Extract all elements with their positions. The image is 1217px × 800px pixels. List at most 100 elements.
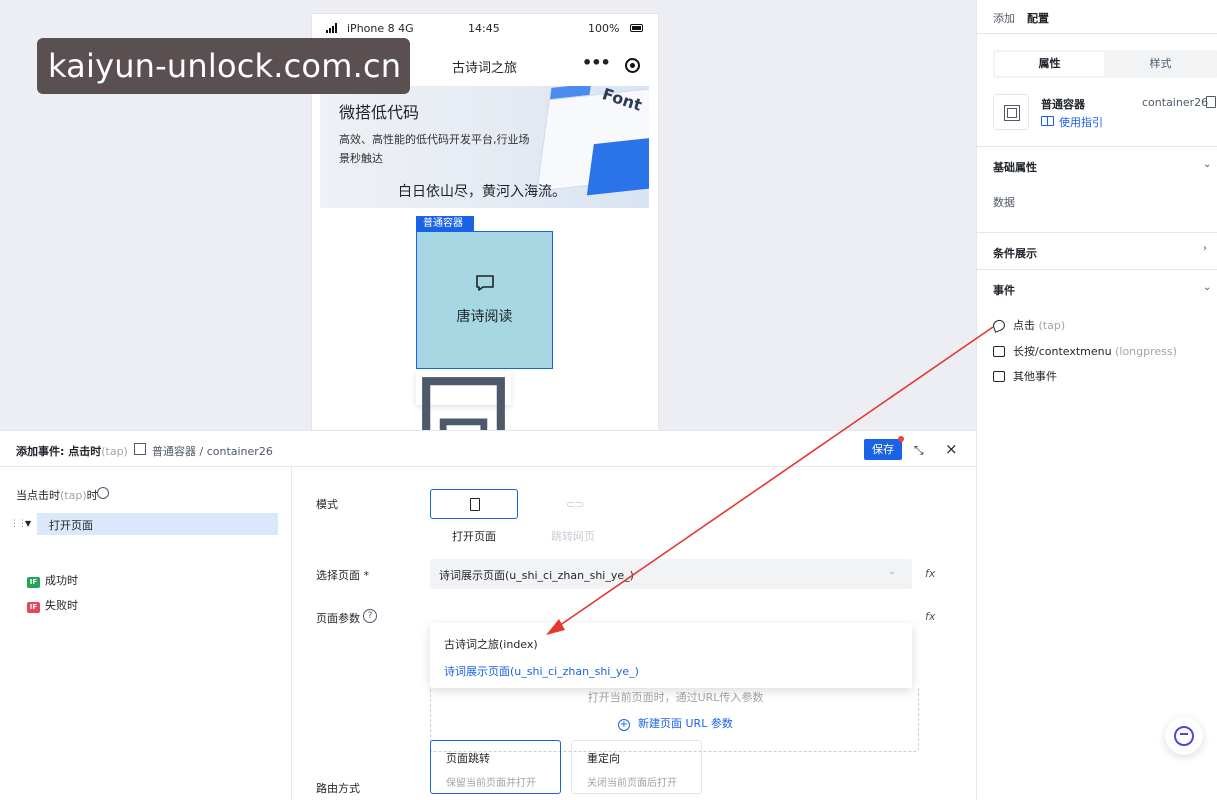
page-select-value: 诗词展示页面(u_shi_ci_zhan_shi_ye_) xyxy=(439,569,634,582)
data-label: 数据 xyxy=(993,196,1015,209)
container26[interactable]: 唐诗阅读 xyxy=(416,231,553,369)
mode-open-page-label: 打开页面 xyxy=(452,530,496,543)
assistant-fab[interactable] xyxy=(1165,717,1203,755)
watermark: kaiyun-unlock.com.cn xyxy=(37,38,410,94)
calendar-icon xyxy=(993,371,1005,382)
container-icon xyxy=(134,443,146,455)
event-sub: (tap) xyxy=(1038,319,1066,332)
trigger-label: 当点击时(tap)时 xyxy=(16,489,98,502)
component-name: 普通容器 xyxy=(1041,98,1085,111)
guide-link[interactable]: 使用指引 xyxy=(1059,114,1103,130)
action-open-page[interactable]: 打开页面 xyxy=(37,513,278,535)
component-id: container26 xyxy=(1142,96,1209,109)
dialog-title: 添加事件: 点击时(tap) xyxy=(16,445,128,458)
banner-deco xyxy=(586,136,649,196)
chevron-down-icon[interactable]: ⌄ xyxy=(1203,159,1211,170)
branch-success[interactable]: IF 成功时 xyxy=(27,572,78,588)
add-url-param-button[interactable]: + 新建页面 URL 参数 xyxy=(618,715,733,731)
section-events[interactable]: 事件 xyxy=(993,282,1015,298)
action-label: 打开页面 xyxy=(49,519,93,532)
gear-icon[interactable] xyxy=(97,487,109,499)
mode-open-page[interactable] xyxy=(430,489,518,519)
book-icon xyxy=(1041,116,1054,126)
mode-label: 模式 xyxy=(316,498,338,511)
branch-label: 失败时 xyxy=(45,599,78,612)
event-sub: (longpress) xyxy=(1115,345,1177,358)
tab-config[interactable]: 配置 xyxy=(1027,12,1049,25)
tab-add[interactable]: 添加 xyxy=(993,12,1015,25)
route-label: 路由方式 xyxy=(316,782,360,795)
divider xyxy=(977,33,1217,34)
caret-down-icon[interactable]: ▼ xyxy=(25,519,31,528)
mode-web-link-label: 跳转网页 xyxy=(551,530,595,543)
section-conditional-display[interactable]: 条件展示 xyxy=(993,245,1037,261)
page-dropdown: 古诗词之旅(index) 诗词展示页面(u_shi_ci_zhan_shi_ye… xyxy=(430,623,912,688)
container-label: 唐诗阅读 xyxy=(456,309,513,325)
section-basic-properties[interactable]: 基础属性 xyxy=(993,159,1037,175)
route-title: 重定向 xyxy=(587,752,620,765)
banner-poem: 白日依山尽，黄河入海流。 xyxy=(398,184,566,200)
branch-fail[interactable]: IF 失败时 xyxy=(27,597,78,613)
panel-tabs: 添加 配置 xyxy=(993,10,1061,26)
container-icon xyxy=(993,94,1029,130)
event-other[interactable]: 其他事件 xyxy=(993,368,1057,384)
config-panel: 添加 配置 属性 样式 普通容器 container26 使用指引 基础属性 ⌄ … xyxy=(976,0,1217,800)
close-icon[interactable]: × xyxy=(945,440,958,458)
copy-icon[interactable] xyxy=(1206,96,1216,108)
divider xyxy=(977,232,1217,233)
chevron-down-icon: ⌄ xyxy=(888,567,896,577)
event-flow-tree: 当点击时(tap)时 ⋮⋮ ▼ 打开页面 IF 成功时 IF 失败时 xyxy=(0,467,292,800)
segment-style[interactable]: 样式 xyxy=(1106,52,1215,76)
save-button[interactable]: 保存 xyxy=(864,439,902,460)
divider xyxy=(977,269,1217,270)
route-navigate[interactable]: 页面跳转 保留当前页面并打开 xyxy=(430,740,561,794)
segment-properties[interactable]: 属性 xyxy=(995,52,1104,76)
more-dots-icon[interactable]: ••• xyxy=(582,53,611,72)
signal-icon xyxy=(326,23,340,33)
carrier-label: iPhone 8 4G xyxy=(347,22,414,35)
banner-subtitle: 高效、高性能的低代码开发平台,行业场景秒触达 xyxy=(339,133,530,165)
route-title: 页面跳转 xyxy=(446,752,490,765)
nav-title: 古诗词之旅 xyxy=(452,61,518,76)
chat-icon xyxy=(476,275,494,291)
page-select-label: 选择页面 * xyxy=(316,569,369,582)
event-icon xyxy=(993,346,1005,357)
divider xyxy=(977,146,1217,147)
page-params-label: 页面参数 xyxy=(316,612,360,625)
event-label: 其他事件 xyxy=(1013,370,1057,383)
capsule-close-icon[interactable] xyxy=(625,58,640,73)
fx-button[interactable]: fx xyxy=(925,567,935,580)
dropdown-option-selected[interactable]: 诗词展示页面(u_shi_ci_zhan_shi_ye_) xyxy=(444,663,639,679)
expand-icon[interactable]: ⤡ xyxy=(914,443,924,458)
if-badge: IF xyxy=(27,602,40,613)
chevron-right-icon[interactable]: › xyxy=(1203,243,1207,254)
drag-handle-icon[interactable]: ⋮⋮ xyxy=(10,519,27,529)
mode-web-link[interactable]: ⊂⊃ xyxy=(529,489,617,519)
battery-icon xyxy=(630,24,643,32)
banner-title: 微搭低代码 xyxy=(339,103,420,122)
url-params-hint: 打开当前页面时，通过URL传入参数 xyxy=(587,691,764,704)
event-longpress[interactable]: 长按/contextmenu (longpress) xyxy=(993,343,1177,359)
document-icon xyxy=(470,498,480,511)
action-config-form: 模式 打开页面 ⊂⊃ 跳转网页 选择页面 * 诗词展示页面(u_shi_ci_z… xyxy=(292,467,976,800)
status-time: 14:45 xyxy=(468,22,500,35)
branch-label: 成功时 xyxy=(45,574,78,587)
route-desc: 保留当前页面并打开 xyxy=(446,778,536,789)
route-redirect[interactable]: 重定向 关闭当前页面后打开 xyxy=(571,740,702,794)
plus-icon: + xyxy=(618,719,630,731)
selected-component-tag: 普通容器 xyxy=(416,216,474,231)
add-event-dialog: 添加事件: 点击时(tap) 普通容器 / container26 保存 ⤡ ×… xyxy=(0,430,976,800)
component-toolbar xyxy=(416,371,511,656)
tap-icon xyxy=(991,318,1007,333)
chevron-down-icon[interactable]: ⌄ xyxy=(1203,282,1211,293)
fx-button[interactable]: fx xyxy=(925,610,935,623)
page-select[interactable]: 诗词展示页面(u_shi_ci_zhan_shi_ye_) ⌄ xyxy=(430,559,912,589)
link-icon: ⊂⊃ xyxy=(566,498,585,511)
dropdown-option[interactable]: 古诗词之旅(index) xyxy=(444,636,538,652)
event-tap[interactable]: 点击 (tap) xyxy=(991,317,1066,333)
banner-image[interactable]: Font 微搭低代码 高效、高性能的低代码开发平台,行业场景秒触达 白日依山尽，… xyxy=(320,86,649,208)
unsaved-dot xyxy=(898,436,904,442)
help-icon[interactable]: ? xyxy=(363,609,377,623)
battery-percent: 100% xyxy=(588,22,620,35)
if-badge: IF xyxy=(27,577,40,588)
